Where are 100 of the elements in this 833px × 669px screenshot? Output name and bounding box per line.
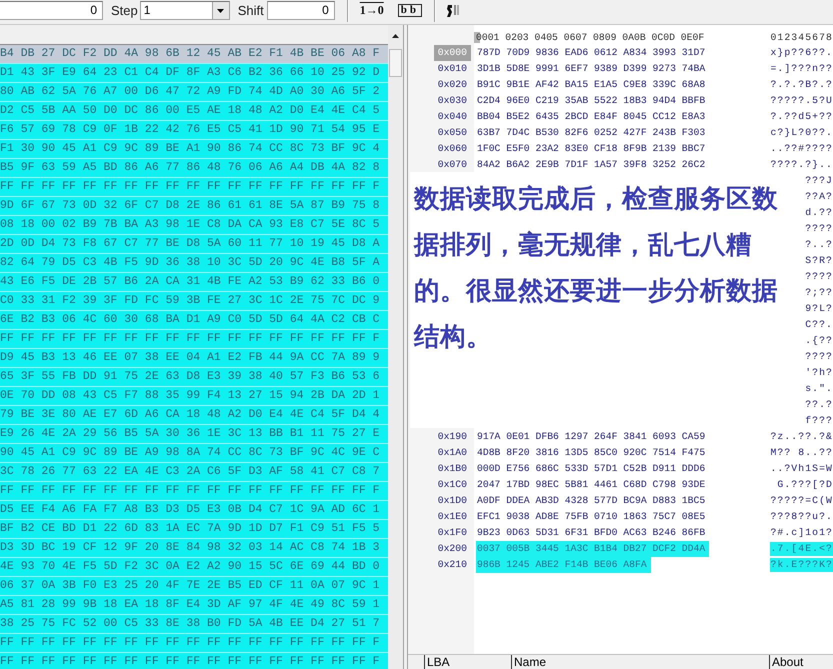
hex-values[interactable]: 986B 1245 ABE2 F14B BE06 A8FA [476,557,651,573]
ascii-text: .{?? [805,334,833,348]
hex-row[interactable]: D2 C5 5B AA 50 D0 DC 86 00 E5 AE 18 48 A2 D0 E4 4E C4 5 [0,102,388,121]
hex-row[interactable]: F1 30 90 45 A1 C9 9C 89 BE A1 90 86 74 CC 8C 73 BF 9C 4 [0,140,388,159]
invert-button[interactable]: 1→0 [358,3,386,18]
hex-values[interactable]: 84A2 B6A2 2E9B 7D1F 1A57 39F8 3252 26C2 [476,157,710,173]
offset-label: 0x1F0 [436,526,468,540]
hex-row[interactable]: BF B2 CE BD D1 22 6D 83 1A EC 7A 9D 1D D7 F1 C9 51 F5 5 [0,520,388,539]
ascii-text: ..??#???? [770,142,833,156]
ascii-text: ?;?? [805,286,833,300]
hex-row[interactable]: 08 18 00 02 B9 7B BA A3 98 1E C8 DA CA 93 E8 C7 5E 8C 5 [0,216,388,235]
hex-values[interactable]: EFC1 9038 AD8E 75FB 0710 1863 75C7 08E5 [476,509,710,525]
hex-row[interactable]: F6 57 69 78 C9 0F 1B 22 42 76 E5 C5 41 1D 90 71 54 95 E [0,121,388,140]
hex-values[interactable]: 9B23 0D63 5D31 6F31 BFD0 AC63 B246 86FB [476,525,710,541]
shift-label: Shift [238,3,264,18]
hex-row[interactable]: 90 45 A1 C9 9C 89 BE A9 98 8A 74 CC 8C 73 BF 9C 4C 9E C [0,444,388,463]
ascii-text: ???? [805,270,833,284]
dropdown-button[interactable] [212,2,229,19]
column-header[interactable]: Name [511,655,769,669]
ascii-text: ?k.E???K? [770,558,833,572]
ascii-text: ?..? [805,238,833,252]
offset-label: 0x210 [436,558,468,572]
hex-values[interactable]: 787D 70D9 9836 EAD6 0612 A834 3993 31D7 [476,45,710,61]
hex-row[interactable]: D5 EE F4 A6 FA F7 A8 B3 D3 D5 E3 0B D4 C7 1C 9A AD 6C 1 [0,501,388,520]
ascii-text: c?}L?0??. [770,126,833,140]
ascii-text: ?.?.?B?.? [770,78,833,92]
offset-label: 0x1E0 [436,510,468,524]
hex-row[interactable]: D1 43 3F E9 64 23 C1 C4 DF 8F A3 C6 B2 36 66 10 25 92 D [0,64,388,83]
step-combo[interactable]: 1 [140,1,230,20]
column-header[interactable]: About [769,655,804,669]
hex-row[interactable]: 79 BE 3E 80 AE E7 6D A6 CA 18 48 A2 D0 E4 4E C4 5F D4 4 [0,406,388,425]
hex-values[interactable]: 2047 17BD 98EC 5B81 4461 C68D C798 93DE [476,477,710,493]
hex-row[interactable]: 65 3F 55 FB DD 91 75 2E 63 D8 E3 39 38 40 57 F3 B6 53 6 [0,368,388,387]
hex-row[interactable]: 06 37 0A 3B F0 E3 25 20 4F 7E 2E B5 ED CF 11 0A 07 9C 1 [0,577,388,596]
ascii-text: C??. [805,318,833,332]
hex-values[interactable]: A0DF DDEA AB3D 4328 577D BC9A D883 1BC5 [476,493,710,509]
hex-row[interactable]: 4E 93 70 4E F5 5D F2 3C 0A E2 A2 90 15 5C 6E 69 44 BD 0 [0,558,388,577]
ascii-text: ???? [805,350,833,364]
hex-values[interactable]: C2D4 96E0 C219 35AB 5522 18B3 94D4 BBFB [476,93,710,109]
ascii-text: d.?? [805,206,833,220]
hex-row[interactable]: FF FF FF FF FF FF FF FF FF FF FF FF FF FF FF FF FF FF F [0,634,388,653]
hex-row[interactable]: FF FF FF FF FF FF FF FF FF FF FF FF FF FF FF FF FF FF F [0,482,388,501]
figure-icon[interactable] [446,4,460,18]
offset-field[interactable]: 0 [0,1,103,20]
offset-label: 0x050 [436,126,468,140]
ascii-text: '?h? [805,366,833,380]
ascii-text: 9?L? [805,302,833,316]
hex-values[interactable]: 917A 0E01 DFB6 1297 264F 3841 6093 CA59 [476,429,710,445]
scroll-thumb[interactable] [389,49,402,77]
ascii-text: ???8??u?. [770,510,833,524]
hex-values[interactable]: 3D1B 5D8E 9991 6EF7 9389 D399 9273 74BA [476,61,710,77]
hex-row[interactable]: B4 DB 27 DC F2 DD 4A 98 6B 12 45 AB E2 F1 4B BE 06 A8 F [0,45,388,64]
hex-row[interactable]: E9 26 4E 2A 29 56 B5 5A 30 36 1E 3C 13 BB B1 11 75 27 E [0,425,388,444]
ascii-text: ?#.c]1o1? [770,526,833,540]
hex-values[interactable]: 000D E756 686C 533D 57D1 C52B D911 DDD6 [476,461,710,477]
shift-field[interactable]: 0 [266,1,335,20]
ascii-text: ??.? [805,398,833,412]
ascii-text: ????.?}.. [770,158,833,172]
hex-row[interactable]: 80 AB 62 5A 76 A7 00 D6 47 72 A9 FD 74 4D A0 30 A6 5F 2 [0,83,388,102]
hex-row[interactable]: C0 33 31 F2 39 3F FD FC 59 3B FE 27 3C 1C 2E 75 7C DC 9 [0,292,388,311]
ascii-text: ???? [805,222,833,236]
ascii-text: S?R? [805,254,833,268]
hex-row[interactable]: B5 9F 63 59 A5 BD 86 A6 77 86 48 76 06 A6 A4 DB 4A 82 8 [0,159,388,178]
hex-row[interactable]: 0E 70 DD 08 43 C5 F7 88 35 99 F4 13 27 15 94 2B DA 2D 1 [0,387,388,406]
hex-row[interactable]: FF FF FF FF FF FF FF FF FF FF FF FF FF FF FF FF FF FF F [0,330,388,349]
offset-label: 0x1A0 [436,446,468,460]
offset-label: 0x010 [436,62,468,76]
offset-label: 0x1D0 [436,494,468,508]
hex-values[interactable]: 63B7 7D4C B530 82F6 0252 427F 243B F303 [476,125,710,141]
offset-label: 0x1B0 [436,462,468,476]
hex-values[interactable]: 0037 005B 3445 1A3C B1B4 DB27 DCF2 DD4A [476,541,710,557]
hex-values[interactable]: BB04 B5E2 6435 2BCD E84F 8045 CC12 E8A3 [476,109,710,125]
ascii-text: ?z..??.?& [770,430,833,444]
hex-row[interactable]: 6E B2 B3 06 4C 60 30 68 BA D1 A9 C0 5D 5D 64 4A C2 CB C [0,311,388,330]
hex-row[interactable]: 82 64 79 D5 C3 4B F5 9D 36 38 10 3C 5D 20 9C 4E B8 5F A [0,254,388,273]
hex-row[interactable]: D9 45 B3 13 46 EE 07 38 EE 04 A1 E2 FB 44 9A CC 7A 89 9 [0,349,388,368]
ascii-text: =.]???n?? [770,62,833,76]
hex-row[interactable]: 43 E6 F5 DE 2B 57 B6 2A CA 31 4B FE A2 53 B9 62 33 B6 0 [0,273,388,292]
hex-row[interactable]: A5 81 28 99 9B 18 EA 18 8F E4 3D AF 97 4F 4E 49 8C 59 1 [0,596,388,615]
ascii-text: ??A? [805,190,833,204]
offset-label: 0x040 [436,110,468,124]
hex-row[interactable]: 9D 6F 67 73 0D 32 6F C7 D8 2E 86 61 61 8E 5A 87 B9 75 8 [0,197,388,216]
hex-row[interactable]: FF FF FF FF FF FF FF FF FF FF FF FF FF FF FF FF FF FF F [0,178,388,197]
hex-row[interactable]: D3 3D BC 19 CF 12 9F 20 8E 84 98 32 03 14 AC C8 74 1B 3 [0,539,388,558]
offset-label: 0x070 [436,158,468,172]
hex-row[interactable]: 3C 78 26 77 63 22 EA 4E C3 2A C6 5F D3 AF 58 41 C7 C8 7 [0,463,388,482]
hex-row[interactable]: 38 25 75 FC 52 00 C5 33 8E 38 B0 FD 5A 4B EE D4 27 51 7 [0,615,388,634]
hex-row[interactable]: 2D 0D D4 73 F8 67 C7 77 BE D8 5A 60 11 77 10 19 45 D8 A [0,235,388,254]
bytes-button[interactable]: bb [398,4,422,17]
column-header[interactable]: LBA [424,655,511,669]
ascii-text: ?.??d5+?? [770,110,833,124]
ascii-text: ?????=C(W [770,494,833,508]
ascii-text: x}p??6??. [770,46,833,60]
step-label: Step [111,3,138,18]
hex-values[interactable]: B91C 9B1E AF42 BA15 E1A5 C9E8 339C 68A8 [476,77,710,93]
scrollbar[interactable] [388,25,403,669]
hex-values[interactable]: 1F0C E5F0 23A2 83E0 CF18 8F9B 2139 BBC7 [476,141,710,157]
ascii-text: s.". [805,382,833,396]
hex-values[interactable]: 4D8B 8F20 3816 13D5 85C0 920C 7514 F475 [476,445,710,461]
ascii-header: 012345678 [770,32,833,42]
